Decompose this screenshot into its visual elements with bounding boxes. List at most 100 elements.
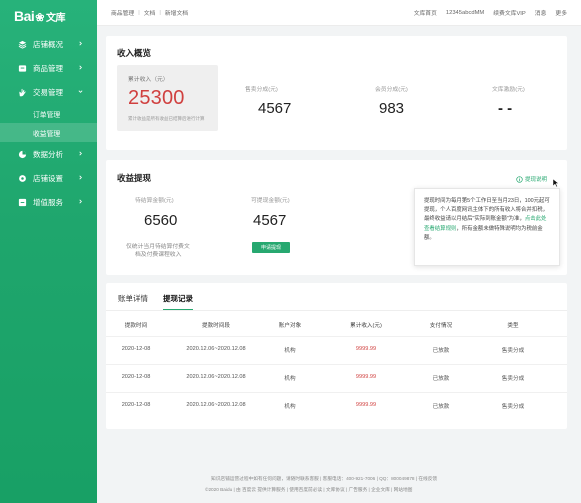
cell-payment-status: 已放款 xyxy=(432,404,450,410)
sidebar-item-products[interactable]: 商品管理 xyxy=(0,56,97,80)
sidebar-item-label: 商品管理 xyxy=(33,63,63,73)
member-share-value: 983 xyxy=(379,100,405,117)
chevron-right-icon xyxy=(79,41,82,46)
total-income-box: 累计收入（元） 25300 累计收益是所有收益已结算后进行计算 xyxy=(117,65,218,131)
records-tabs: 账单详情 提现记录 xyxy=(118,293,193,310)
sidebar-item-analytics[interactable]: 数据分析 xyxy=(0,142,97,166)
sidebar-subitem-income[interactable]: 收益管理 xyxy=(0,123,97,142)
chevron-right-icon xyxy=(79,199,82,204)
library-incentive-label: 文库激励(元) xyxy=(492,87,525,93)
chart-icon xyxy=(18,150,27,159)
column-header: 类型 xyxy=(507,323,519,329)
footer-contact: 知识店铺运营过程中如有任何问题，请随时联系客服 | 客服电话：400-921-7… xyxy=(211,476,438,481)
cell-type: 售卖分成 xyxy=(501,404,525,410)
top-link-home[interactable]: 文库首页 xyxy=(414,8,437,17)
column-header: 支付情况 xyxy=(429,323,453,329)
sidebar-item-label: 店铺设置 xyxy=(33,173,63,183)
sidebar-subitem-label: 收益管理 xyxy=(33,130,61,138)
pending-amount-label: 待结算金额(元) xyxy=(135,198,174,204)
breadcrumb-item[interactable]: 商品管理 xyxy=(111,8,134,17)
sidebar-item-shop-overview[interactable]: 店铺概况 xyxy=(0,32,97,56)
chevron-right-icon xyxy=(79,65,82,70)
total-income-note: 累计收益是所有收益已结算后进行计算 xyxy=(128,116,205,121)
logo-wenku: 文库 xyxy=(46,13,66,24)
cell-date: 2020-12-08 xyxy=(121,346,151,352)
table-row: 2020-12-08 2020.12.06~2020.12.08 机构 9999… xyxy=(106,392,567,418)
cell-date: 2020-12-08 xyxy=(121,402,151,408)
cell-account: 机构 xyxy=(284,376,296,382)
sidebar: Bai❀ 文库 店铺概况 商品管理 交易管理 订单管理 收益管理 数据分析 店铺设… xyxy=(0,0,97,503)
cell-date: 2020-12-08 xyxy=(121,374,151,380)
breadcrumb-item: 新增文档 xyxy=(164,11,189,17)
sidebar-item-value-added[interactable]: 增值服务 xyxy=(0,190,97,214)
withdraw-help-link[interactable]: 提现说明 xyxy=(516,175,547,183)
available-amount-label: 可提现金额(元) xyxy=(251,198,290,204)
section-title: 收益提现 xyxy=(117,173,152,183)
total-income-label: 累计收入（元） xyxy=(128,77,169,83)
pending-amount-value: 6560 xyxy=(144,212,178,229)
column-header: 提款时间 xyxy=(124,323,148,329)
settings-icon xyxy=(18,174,27,183)
cell-payment-status: 已放款 xyxy=(432,376,450,382)
table-header: 提款时间 提款时间段 账户对象 累计收入(元) 支付情况 类型 xyxy=(106,321,567,335)
top-link-more[interactable]: 更多 xyxy=(555,8,567,17)
library-incentive-value: - - xyxy=(498,100,513,117)
logo[interactable]: Bai❀ 文库 xyxy=(0,0,97,32)
top-link-messages[interactable]: 消息 xyxy=(535,8,547,17)
apply-withdraw-button[interactable]: 申请提现 xyxy=(252,242,290,253)
sidebar-item-label: 增值服务 xyxy=(33,197,63,207)
withdraw-tip-popover: 提现时间为每月第5个工作日至当月23日，100元起可提现，个人百度网讯主体下的所… xyxy=(414,188,560,266)
grid-icon xyxy=(18,198,27,207)
logo-text: Bai❀ 文库 xyxy=(14,8,66,24)
logo-bai: Bai xyxy=(14,8,35,24)
tab-withdraw-records[interactable]: 提现记录 xyxy=(163,293,193,310)
table-row: 2020-12-08 2020.12.06~2020.12.08 机构 9999… xyxy=(106,336,567,362)
top-link-username[interactable]: 12345abcdMM xyxy=(446,10,484,16)
top-link-vip[interactable]: 续费文库VIP xyxy=(493,8,526,17)
top-links: 文库首页 12345abcdMM 续费文库VIP 消息 更多 xyxy=(414,8,567,18)
table-row: 2020-12-08 2020.12.06~2020.12.08 机构 9999… xyxy=(106,364,567,390)
tab-divider xyxy=(106,310,567,311)
layers-icon xyxy=(18,40,27,49)
member-share-label: 会员分成(元) xyxy=(375,87,408,93)
breadcrumb-item[interactable]: 文档 xyxy=(144,8,156,17)
income-overview-card: 收入概览 累计收入（元） 25300 累计收益是所有收益已结算后进行计算 售卖分… xyxy=(106,36,567,150)
cell-amount: 9999.99 xyxy=(355,346,377,352)
cell-account: 机构 xyxy=(284,348,296,354)
sidebar-subitem-orders[interactable]: 订单管理 xyxy=(0,104,97,123)
info-icon xyxy=(516,175,523,183)
income-withdraw-card: 收益提现 提现说明 待结算金额(元) 6560 仅统计当月待结算付费文 档及付费… xyxy=(106,160,567,275)
withdraw-help-label: 提现说明 xyxy=(524,177,547,183)
cell-payment-status: 已放款 xyxy=(432,348,450,354)
column-header: 累计收入(元) xyxy=(350,323,382,329)
sidebar-item-settings[interactable]: 店铺设置 xyxy=(0,166,97,190)
sidebar-item-trade[interactable]: 交易管理 xyxy=(0,80,97,104)
chevron-right-icon xyxy=(79,175,82,180)
column-header: 账户对象 xyxy=(278,323,302,329)
cursor-icon xyxy=(552,178,560,188)
cell-account: 机构 xyxy=(284,404,296,410)
cell-period: 2020.12.06~2020.12.08 xyxy=(186,346,246,352)
paw-icon: ❀ xyxy=(35,12,45,24)
cell-type: 售卖分成 xyxy=(501,348,525,354)
sales-share-label: 售卖分成(元) xyxy=(245,87,278,93)
breadcrumb-separator: | xyxy=(138,9,140,16)
sidebar-item-label: 数据分析 xyxy=(33,149,63,159)
breadcrumb-separator: | xyxy=(159,9,161,16)
breadcrumb: 商品管理 | 文档 | 新增文档 xyxy=(111,8,189,18)
column-header: 提款时间段 xyxy=(202,323,230,329)
sidebar-item-label: 交易管理 xyxy=(33,87,63,97)
pending-amount-note: 档及付费课程收入 xyxy=(135,252,182,258)
sales-share-value: 4567 xyxy=(258,100,292,117)
total-income-value: 25300 xyxy=(128,87,185,109)
section-title: 收入概览 xyxy=(117,48,152,58)
tab-bill-details[interactable]: 账单详情 xyxy=(118,293,148,310)
footer-links: ©2020 Baidu | 由 百度云 提供计算服务 | 使用百度前必读 | 文… xyxy=(205,487,413,492)
cell-type: 售卖分成 xyxy=(501,376,525,382)
topbar: 商品管理 | 文档 | 新增文档 文库首页 12345abcdMM 续费文库VI… xyxy=(97,0,581,26)
cell-period: 2020.12.06~2020.12.08 xyxy=(186,402,246,408)
sidebar-subitem-label: 订单管理 xyxy=(33,111,61,119)
box-icon xyxy=(18,64,27,73)
available-amount-value: 4567 xyxy=(253,212,287,229)
records-card: 账单详情 提现记录 提款时间 提款时间段 账户对象 累计收入(元) 支付情况 类… xyxy=(106,283,567,429)
